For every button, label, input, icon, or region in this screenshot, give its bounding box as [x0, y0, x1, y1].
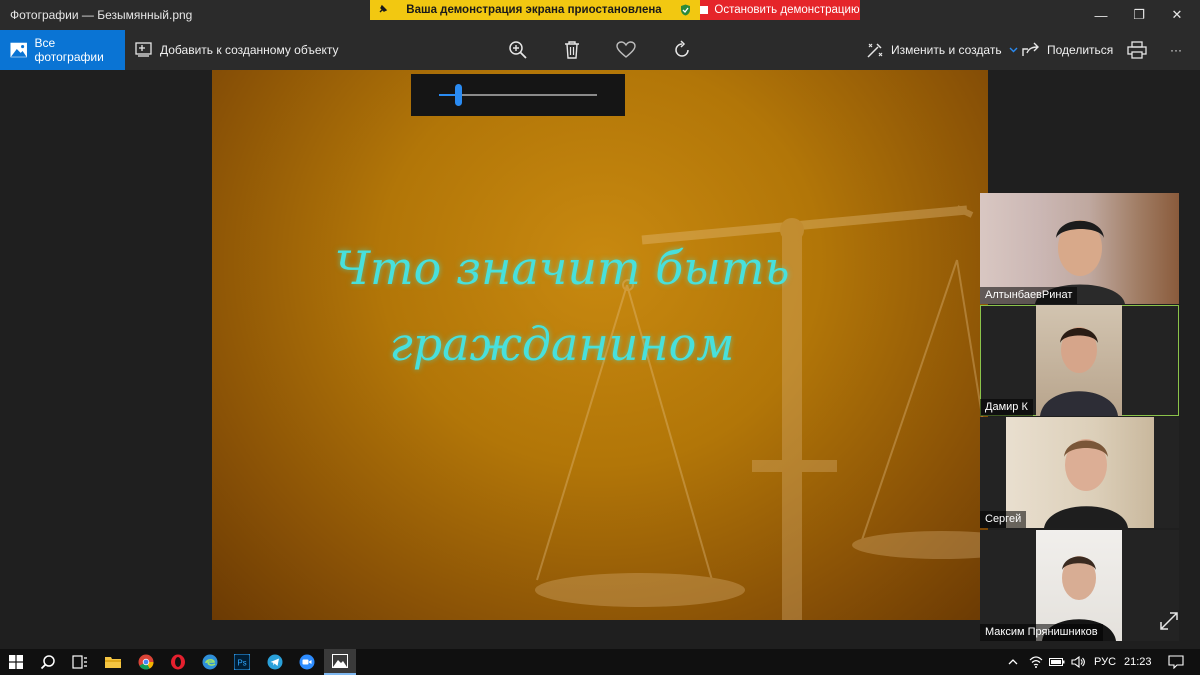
edge-icon[interactable]	[194, 649, 226, 675]
fullscreen-icon[interactable]	[1158, 610, 1180, 632]
wifi-icon[interactable]	[1026, 649, 1046, 675]
photoshop-icon[interactable]: Ps	[226, 649, 258, 675]
zoom-icon[interactable]	[291, 649, 323, 675]
slide-title: Что значит быть гражданином	[334, 241, 790, 371]
close-button[interactable]: ✕	[1154, 0, 1200, 30]
add-to-creation-button[interactable]: Добавить к созданному объекту	[135, 30, 339, 70]
participant-tile[interactable]: Дамир К	[980, 305, 1179, 416]
add-to-creation-label: Добавить к созданному объекту	[160, 43, 339, 57]
delete-icon[interactable]	[560, 38, 584, 62]
share-status-text: Ваша демонстрация экрана приостановлена	[406, 4, 662, 16]
participant-name: АлтынбаевРинат	[980, 287, 1078, 304]
participant-tile[interactable]: АлтынбаевРинат	[980, 193, 1179, 304]
windows-taskbar: Ps РУС 21:23	[0, 649, 1200, 675]
photo-gallery-icon	[10, 42, 27, 58]
participant-tile[interactable]: Сергей	[980, 417, 1179, 528]
participant-name: Максим Прянишников	[980, 624, 1103, 641]
input-language-indicator[interactable]: РУС	[1094, 656, 1116, 668]
photos-icon[interactable]	[324, 649, 356, 675]
action-center-icon[interactable]	[1160, 649, 1192, 675]
all-photos-label: Все фотографии	[34, 36, 104, 64]
share-button[interactable]: Поделиться	[1022, 30, 1113, 70]
opera-icon[interactable]	[162, 649, 194, 675]
rotate-icon[interactable]	[670, 38, 694, 62]
stop-share-button[interactable]: Остановить демонстрацию	[698, 0, 860, 20]
chevron-down-icon	[1009, 47, 1018, 53]
zoom-slider-thumb[interactable]	[454, 84, 462, 106]
participant-name: Дамир К	[980, 399, 1033, 416]
file-explorer-icon[interactable]	[97, 649, 129, 675]
clock[interactable]: 21:23	[1124, 656, 1152, 668]
edit-and-create-button[interactable]: Изменить и создать	[866, 30, 1018, 70]
screen-share-bar: Ваша демонстрация экрана приостановлена …	[370, 0, 860, 20]
zoom-slider-track[interactable]	[439, 94, 597, 96]
telegram-icon[interactable]	[259, 649, 291, 675]
print-icon[interactable]	[1125, 38, 1149, 62]
title-bar: Фотографии — Безымянный.png Ваша демонст…	[0, 0, 1200, 30]
photo-viewer: Что значит быть гражданином АлтынбаевРин…	[0, 70, 1200, 649]
slide-image: Что значит быть гражданином	[212, 70, 988, 620]
shield-icon[interactable]	[672, 4, 698, 16]
all-photos-button[interactable]: Все фотографии	[0, 30, 125, 70]
edit-and-create-label: Изменить и создать	[891, 43, 1002, 57]
chrome-icon[interactable]	[130, 649, 162, 675]
participant-video	[1006, 417, 1154, 528]
start-icon[interactable]	[0, 649, 32, 675]
task-view-icon[interactable]	[64, 649, 96, 675]
share-label: Поделиться	[1047, 43, 1114, 57]
edit-create-icon	[867, 43, 883, 58]
heart-icon[interactable]	[614, 38, 638, 62]
stop-share-label: Остановить демонстрацию	[714, 4, 860, 16]
participant-tile[interactable]: Максим Прянишников	[980, 530, 1179, 641]
battery-icon[interactable]	[1046, 649, 1068, 675]
participant-name: Сергей	[980, 511, 1027, 528]
zoom-slider-panel	[411, 74, 625, 116]
photoshop-icon-label: Ps	[237, 659, 246, 668]
zoom-in-icon[interactable]	[506, 38, 530, 62]
add-to-creation-icon	[135, 42, 152, 57]
stop-icon	[700, 6, 709, 14]
more-options-button[interactable]: ···	[1170, 30, 1182, 70]
pin-icon[interactable]	[370, 4, 396, 17]
search-icon[interactable]	[32, 649, 64, 675]
chevron-up-icon[interactable]	[1000, 649, 1026, 675]
photos-toolbar: Все фотографии Добавить к созданному объ…	[0, 30, 1200, 70]
share-icon	[1022, 42, 1039, 56]
participant-video-panel: АлтынбаевРинат Дамир К Сергей Максим Пря…	[980, 193, 1180, 643]
volume-icon[interactable]	[1068, 649, 1088, 675]
window-title: Фотографии — Безымянный.png	[10, 8, 193, 22]
share-status-banner: Ваша демонстрация экрана приостановлена	[370, 0, 698, 20]
participant-video	[1036, 305, 1122, 416]
